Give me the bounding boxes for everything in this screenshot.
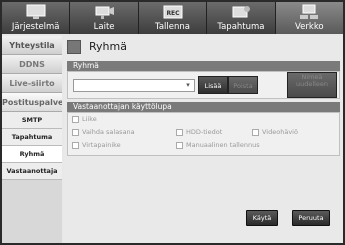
event-icon (232, 6, 250, 18)
group-select[interactable]: ▾ (73, 79, 195, 92)
top-nav: Järjestelmä Laite REC Tallenna Tapahtuma… (2, 2, 344, 34)
hdd-info-label: HDD-tiedot (186, 128, 223, 136)
manual-record-label: Manuaalinen tallennus (186, 141, 260, 149)
page-title: Ryhmä (89, 40, 127, 53)
group-panel-body: ▾ Lisää Poista Nimeä uudelleen (67, 71, 340, 99)
sidebar: Yhteystila DDNS Live-siirto Postituspalv… (2, 36, 62, 243)
chevron-down-icon[interactable]: ▾ (183, 81, 193, 90)
rename-button[interactable]: Nimeä uudelleen (287, 72, 337, 98)
tab-event[interactable]: Tapahtuma (207, 2, 276, 34)
power-button-label: Virtapainike (82, 141, 121, 149)
tab-device[interactable]: Laite (70, 2, 139, 34)
sidebar-item-ddns[interactable]: DDNS (2, 55, 62, 74)
tab-system[interactable]: Järjestelmä (2, 2, 71, 34)
tab-device-label: Laite (93, 22, 115, 32)
svg-text:REC: REC (166, 10, 180, 17)
change-password-checkbox[interactable] (72, 129, 79, 136)
main-content: Ryhmä Ryhmä ▾ Lisää Poista Nimeä uudelle… (64, 36, 343, 243)
network-icon (300, 4, 319, 19)
motion-label: Liike (82, 115, 97, 123)
power-button-checkbox[interactable] (72, 142, 79, 149)
delete-button[interactable]: Poista (228, 76, 258, 94)
hdd-info-checkbox[interactable] (176, 129, 183, 136)
group-panel-header: Ryhmä (67, 61, 340, 71)
add-button[interactable]: Lisää (198, 76, 228, 94)
tab-network[interactable]: Verkko (275, 2, 344, 34)
motion-checkbox[interactable] (72, 116, 79, 123)
sidebar-sub-group[interactable]: Ryhmä (2, 146, 62, 163)
sidebar-item-mail-service[interactable]: Postituspalvelu (2, 93, 62, 112)
tab-event-label: Tapahtuma (217, 22, 265, 32)
camera-icon (95, 6, 115, 19)
group-page-icon (67, 40, 81, 54)
sidebar-sub-recipient[interactable]: Vastaanottaja (2, 163, 62, 180)
video-loss-checkbox[interactable] (252, 129, 259, 136)
tab-record[interactable]: REC Tallenna (139, 2, 208, 34)
tab-system-label: Järjestelmä (11, 22, 60, 32)
rec-icon: REC (163, 5, 183, 19)
permission-panel-header: Vastaanottajan käyttölupa (67, 102, 340, 112)
sidebar-sub-smtp[interactable]: SMTP (2, 112, 62, 129)
sidebar-item-live-transfer[interactable]: Live-siirto (2, 74, 62, 93)
permission-panel-body: Liike Vaihda salasana HDD-tiedot Videohä… (67, 112, 340, 156)
sidebar-sub-event[interactable]: Tapahtuma (2, 129, 62, 146)
apply-button[interactable]: Käytä (246, 210, 278, 226)
video-loss-label: Videohäviö (262, 128, 298, 136)
tab-network-label: Verkko (295, 22, 324, 32)
cancel-button[interactable]: Peruuta (292, 210, 330, 226)
monitor-icon (26, 4, 46, 19)
change-password-label: Vaihda salasana (82, 128, 135, 136)
sidebar-item-connection[interactable]: Yhteystila (2, 36, 62, 55)
manual-record-checkbox[interactable] (176, 142, 183, 149)
tab-record-label: Tallenna (155, 22, 190, 32)
